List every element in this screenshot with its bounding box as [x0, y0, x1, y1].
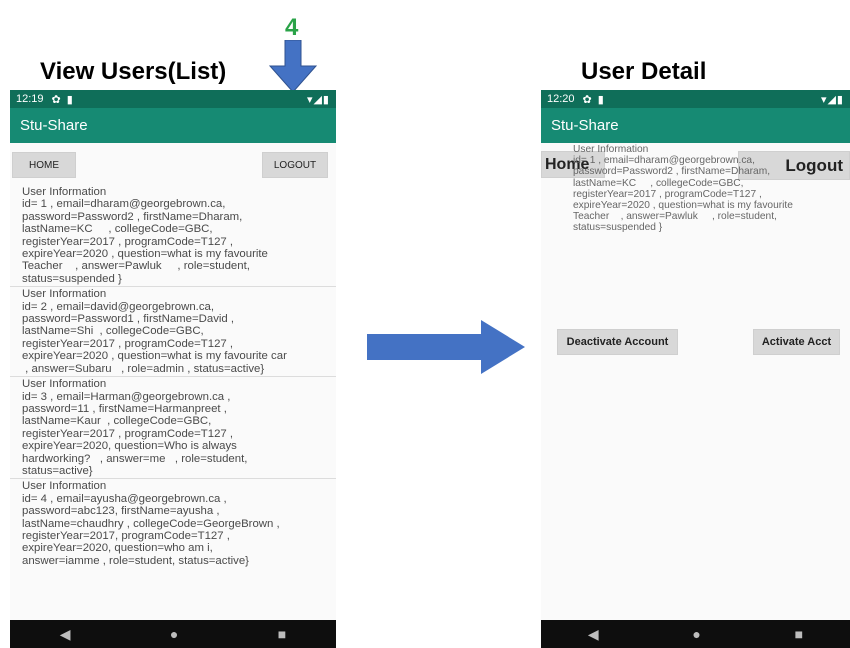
app-bar: Stu-Share	[541, 108, 850, 143]
sd-card-icon: ▮	[66, 93, 73, 106]
status-time: 12:19	[16, 93, 44, 105]
back-icon[interactable]: ◀	[60, 626, 71, 643]
app-title: Stu-Share	[551, 117, 619, 134]
signal-battery-icon: ▾◢▮	[820, 93, 844, 106]
step-number: 4	[285, 14, 299, 41]
phone-screen-user-detail: 12:20 ✿ ▮ ▾◢▮ Stu-Share Home Logout User…	[541, 90, 850, 648]
phone-screen-user-list: 12:19 ✿ ▮ ▾◢▮ Stu-Share HOME LOGOUT User…	[10, 90, 336, 648]
user-list-item[interactable]: User Information id= 3 , email=Harman@ge…	[10, 377, 336, 480]
logout-button[interactable]: LOGOUT	[262, 152, 328, 178]
recents-icon[interactable]: ■	[795, 626, 803, 642]
caption-user-detail: User Detail	[581, 58, 707, 85]
app-bar: Stu-Share	[10, 108, 336, 143]
home-nav-icon[interactable]: ●	[170, 626, 178, 642]
settings-gear-icon: ✿	[51, 93, 61, 106]
status-bar: 12:19 ✿ ▮ ▾◢▮	[10, 90, 336, 108]
settings-gear-icon: ✿	[582, 93, 592, 106]
sd-card-icon: ▮	[597, 93, 604, 106]
app-title: Stu-Share	[20, 117, 88, 134]
status-bar: 12:20 ✿ ▮ ▾◢▮	[541, 90, 850, 108]
navigation-bar: ◀ ● ■	[541, 620, 850, 648]
down-arrow-icon	[268, 40, 318, 93]
activate-account-button[interactable]: Activate Acct	[753, 329, 840, 355]
user-list: User Information id= 1 , email=dharam@ge…	[10, 185, 336, 568]
recents-icon[interactable]: ■	[278, 626, 286, 642]
back-icon[interactable]: ◀	[588, 626, 599, 643]
home-nav-icon[interactable]: ●	[692, 626, 700, 642]
status-time: 12:20	[547, 93, 575, 105]
user-list-item[interactable]: User Information id= 1 , email=dharam@ge…	[10, 185, 336, 288]
user-detail-text: User Information id= 1 , email=dharam@ge…	[573, 144, 793, 234]
right-arrow-icon	[367, 320, 525, 374]
user-list-item[interactable]: User Information id= 2 , email=david@geo…	[10, 287, 336, 378]
user-list-item[interactable]: User Information id= 4 , email=ayusha@ge…	[10, 479, 336, 568]
signal-battery-icon: ▾◢▮	[306, 93, 330, 106]
navigation-bar: ◀ ● ■	[10, 620, 336, 648]
home-button[interactable]: HOME	[12, 152, 76, 178]
deactivate-account-button[interactable]: Deactivate Account	[557, 329, 678, 355]
caption-view-users-list: View Users(List)	[40, 58, 227, 85]
